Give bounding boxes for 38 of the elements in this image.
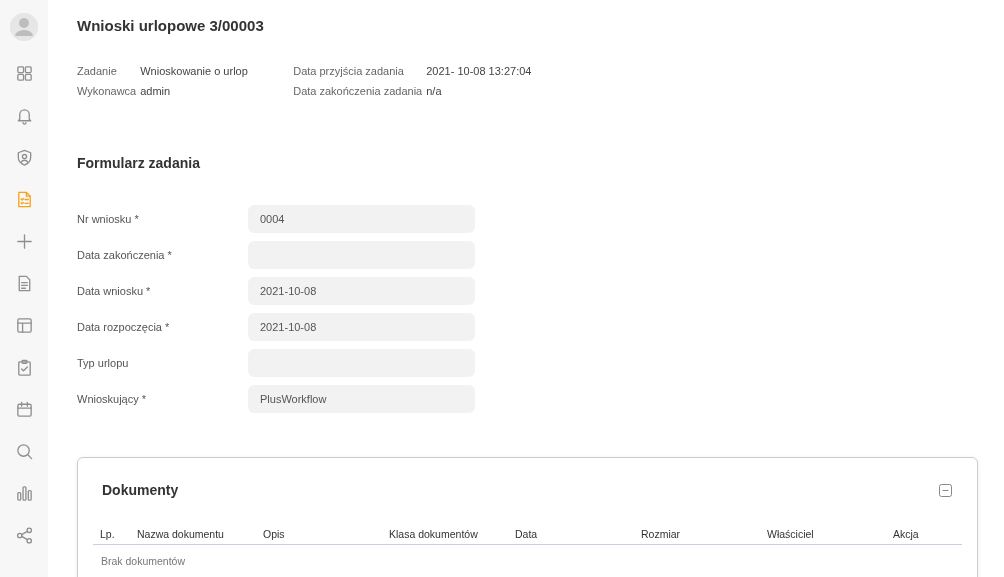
field-label: Zadanie [77, 65, 118, 78]
column-header: Data [515, 528, 539, 540]
column-header: Rozmiar [641, 528, 682, 540]
column-header: Lp. [100, 528, 116, 540]
layout-icon[interactable] [14, 315, 34, 335]
field-label: Data zakończenia * [77, 249, 173, 261]
field-label: Typ urlopu [77, 357, 130, 369]
plus-icon[interactable] [14, 231, 34, 251]
column-header: Akcja [893, 528, 920, 540]
field-value: 2021- 10-08 13:27:04 [426, 65, 532, 78]
input-field[interactable]: 2021-10-08 [248, 313, 475, 341]
column-header: Właściciel [767, 528, 815, 540]
column-header: Klasa dokumentów [389, 528, 479, 540]
bar-chart-icon[interactable] [14, 483, 34, 503]
page-title: Wnioski urlopowe 3/00003 [77, 16, 265, 36]
input-field[interactable]: PlusWorkflow [248, 385, 475, 413]
column-header: Nazwa dokumentu [137, 528, 225, 540]
grid-icon[interactable] [14, 63, 34, 83]
section-title: Formularz zadania [77, 154, 201, 173]
field-label: Data przyjścia zadania [293, 65, 405, 78]
input-field[interactable]: 0004 [248, 205, 475, 233]
card-title: Dokumenty [102, 482, 179, 498]
field-label: Data rozpoczęcia * [77, 321, 171, 333]
field-value: Wnioskowanie o urlop [140, 65, 249, 78]
field-label: Wnioskujący * [77, 393, 148, 405]
calendar-icon[interactable] [14, 399, 34, 419]
field-value: admin [140, 85, 172, 98]
empty-message: Brak dokumentów [101, 555, 186, 567]
field-label: Data zakończenia zadania [293, 85, 423, 98]
field-label: Nr wniosku * [77, 213, 140, 225]
field-label: Wykonawca [77, 85, 137, 98]
input-field[interactable]: 2021-10-08 [248, 277, 475, 305]
share-icon[interactable] [14, 525, 34, 545]
field-label: Data wniosku * [77, 285, 152, 297]
field-value: n/a [426, 85, 443, 98]
column-header: Opis [263, 528, 286, 540]
search-icon[interactable] [14, 441, 34, 461]
collapse-icon[interactable] [939, 483, 952, 497]
